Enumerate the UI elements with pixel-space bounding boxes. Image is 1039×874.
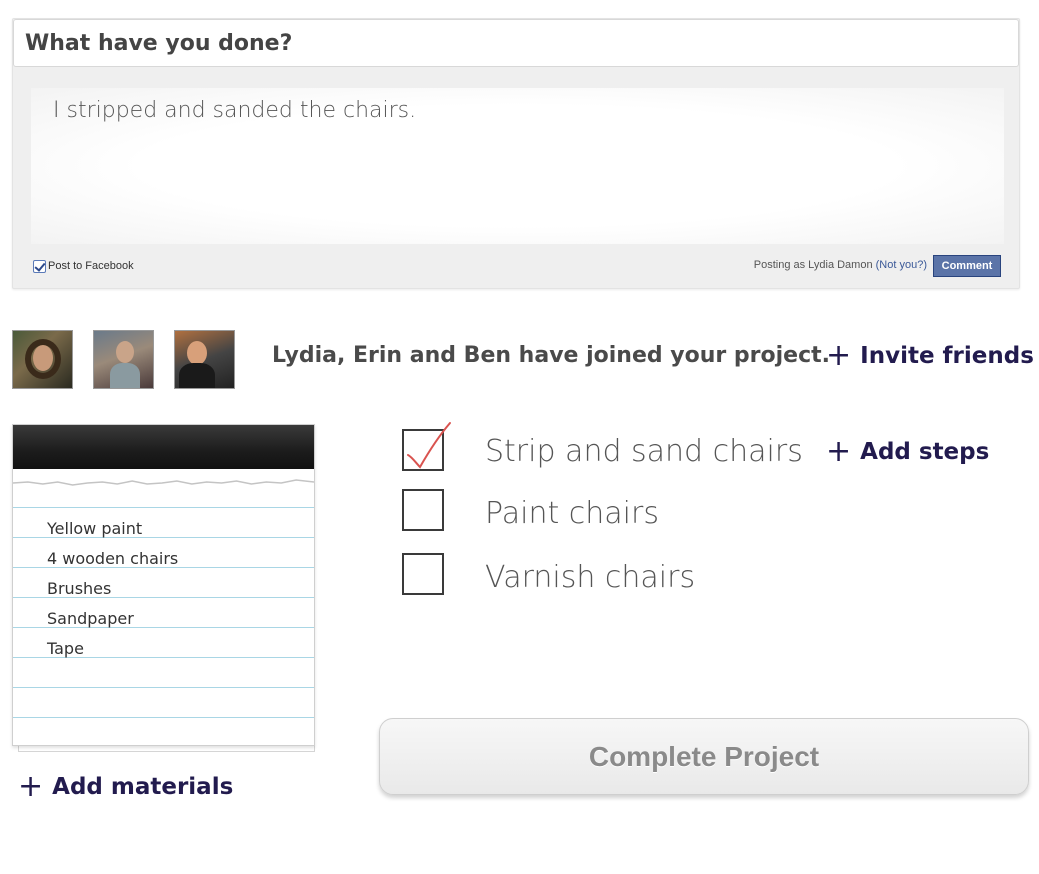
notepad-sheet: Yellow paint 4 wooden chairs Brushes San… [12, 424, 315, 746]
step-label: Strip and sand chairs [485, 434, 803, 469]
notepad-binding [13, 425, 314, 469]
posting-as-text: Posting as Lydia Damon [753, 259, 873, 271]
ruled-line [13, 687, 314, 688]
material-item: Yellow paint [47, 519, 143, 538]
material-item: Sandpaper [47, 609, 134, 628]
step-label: Varnish chairs [485, 560, 696, 595]
checkmark-icon [407, 422, 451, 469]
joined-text: Lydia, Erin and Ben have joined your pro… [272, 343, 831, 368]
not-you-link[interactable]: (Not you?) [876, 259, 927, 271]
materials-notepad: Yellow paint 4 wooden chairs Brushes San… [12, 424, 315, 752]
ruled-line [13, 507, 314, 508]
material-item: 4 wooden chairs [47, 549, 179, 568]
invite-friends-link[interactable]: + Invite friends [826, 341, 1034, 371]
complete-project-button[interactable]: Complete Project [379, 718, 1029, 795]
posting-as: Posting as Lydia Damon (Not you?) [754, 259, 927, 271]
add-materials-label: Add materials [52, 774, 234, 800]
plus-icon: + [826, 434, 852, 469]
step-checkbox[interactable] [402, 422, 451, 471]
comment-widget: What have you done? I stripped and sande… [12, 18, 1020, 289]
post-to-facebook-checkbox[interactable] [33, 259, 46, 273]
step-label: Paint chairs [485, 496, 659, 531]
invite-friends-label: Invite friends [860, 343, 1034, 369]
add-steps-label: Add steps [860, 439, 990, 465]
step-checkbox[interactable] [402, 553, 444, 595]
post-to-facebook-label: Post to Facebook [48, 260, 134, 272]
comment-button[interactable]: Comment [933, 255, 1001, 277]
add-materials-link[interactable]: + Add materials [18, 772, 233, 802]
ruled-line [13, 717, 314, 718]
avatar-ben[interactable] [174, 330, 235, 389]
step-checkbox[interactable] [402, 489, 444, 531]
plus-icon: + [18, 769, 44, 804]
avatar-erin[interactable] [93, 330, 154, 389]
post-to-facebook-row[interactable]: Post to Facebook [33, 257, 134, 275]
comment-textarea[interactable]: I stripped and sanded the chairs. [31, 88, 1004, 244]
add-steps-link[interactable]: + Add steps [826, 437, 989, 467]
material-item: Tape [47, 639, 84, 658]
material-item: Brushes [47, 579, 112, 598]
avatar-lydia[interactable] [12, 330, 73, 389]
torn-edge [13, 479, 314, 486]
comment-header: What have you done? [13, 19, 1019, 67]
plus-icon: + [826, 338, 852, 373]
